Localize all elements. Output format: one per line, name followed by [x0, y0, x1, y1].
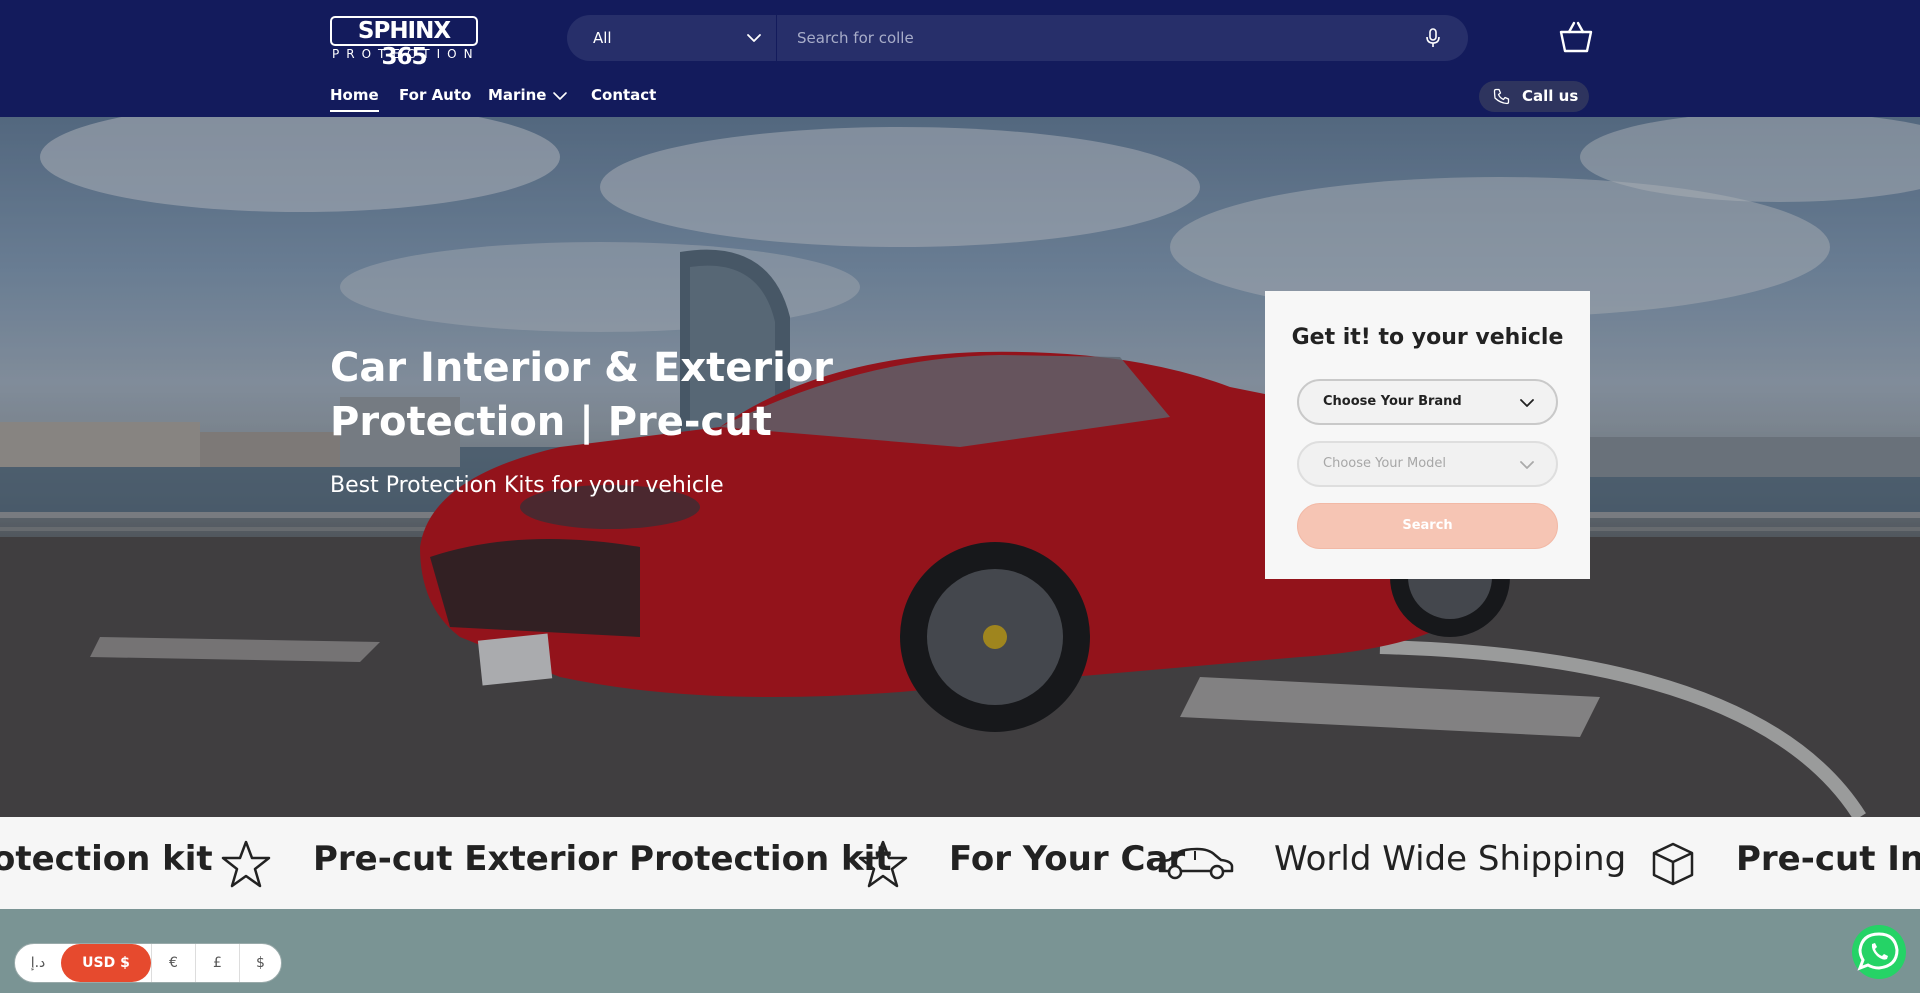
chevron-down-icon	[1520, 399, 1534, 407]
box-icon	[1652, 842, 1694, 886]
marquee-item: otection kit	[0, 839, 213, 879]
currency-option-eur[interactable]: €	[151, 944, 195, 982]
hero-title: Car Interior & Exterior Protection | Pre…	[330, 345, 834, 445]
currency-option-aed[interactable]: د.إ	[15, 944, 61, 982]
call-us-button[interactable]: Call us	[1479, 81, 1589, 112]
marquee-item: For Your Car	[949, 839, 1186, 879]
star-icon	[221, 840, 271, 888]
marquee-item: Pre-cut Int	[1736, 839, 1920, 879]
currency-switcher: د.إ USD $ € £ $	[14, 943, 282, 983]
search-bar: All	[567, 15, 1468, 61]
model-select[interactable]: Choose Your Model	[1297, 441, 1558, 487]
chevron-down-icon	[747, 34, 761, 42]
star-icon	[858, 840, 908, 888]
hero-subtitle: Best Protection Kits for your vehicle	[330, 473, 724, 498]
currency-option-gbp[interactable]: £	[195, 944, 239, 982]
microphone-icon[interactable]	[1422, 27, 1444, 49]
hero-overlay	[0, 117, 1920, 817]
brand-select-label: Choose Your Brand	[1323, 394, 1462, 409]
vehicle-finder-title: Get it! to your vehicle	[1291, 325, 1564, 350]
whatsapp-icon[interactable]	[1851, 924, 1907, 980]
logo-main-text: SPHINX 365	[330, 16, 478, 70]
feature-marquee: otection kit Pre-cut Exterior Protection…	[0, 817, 1920, 909]
nav-item-for-auto[interactable]: For Auto	[399, 86, 471, 104]
currency-option-usd[interactable]: USD $	[61, 944, 151, 982]
search-input[interactable]	[797, 15, 1397, 61]
chevron-down-icon	[1520, 461, 1534, 469]
nav-item-home[interactable]: Home	[330, 86, 379, 112]
call-us-label: Call us	[1522, 87, 1579, 105]
car-icon	[1158, 847, 1234, 880]
nav-item-contact[interactable]: Contact	[591, 86, 656, 104]
brand-select[interactable]: Choose Your Brand	[1297, 379, 1558, 425]
search-category-label: All	[593, 29, 612, 47]
basket-icon[interactable]	[1558, 20, 1594, 54]
nav-item-marine[interactable]: Marine	[488, 86, 546, 104]
currency-option-dollar[interactable]: $	[239, 944, 281, 982]
site-logo[interactable]: SPHINX 365 PROTECTION	[330, 16, 480, 70]
logo-sub-text: PROTECTION	[332, 47, 480, 61]
model-select-label: Choose Your Model	[1323, 456, 1447, 471]
site-header: SPHINX 365 PROTECTION All Home For Auto …	[0, 0, 1920, 117]
next-section	[0, 909, 1920, 993]
marquee-item: Pre-cut Exterior Protection kit	[313, 839, 892, 879]
phone-icon	[1493, 88, 1510, 105]
search-category-select[interactable]: All	[567, 15, 777, 61]
hero-banner: Car Interior & Exterior Protection | Pre…	[0, 117, 1920, 817]
marquee-item: World Wide Shipping	[1274, 839, 1627, 879]
vehicle-search-button[interactable]: Search	[1297, 503, 1558, 549]
vehicle-finder-card: Get it! to your vehicle Choose Your Bran…	[1265, 291, 1590, 579]
chevron-down-icon[interactable]	[552, 88, 568, 104]
